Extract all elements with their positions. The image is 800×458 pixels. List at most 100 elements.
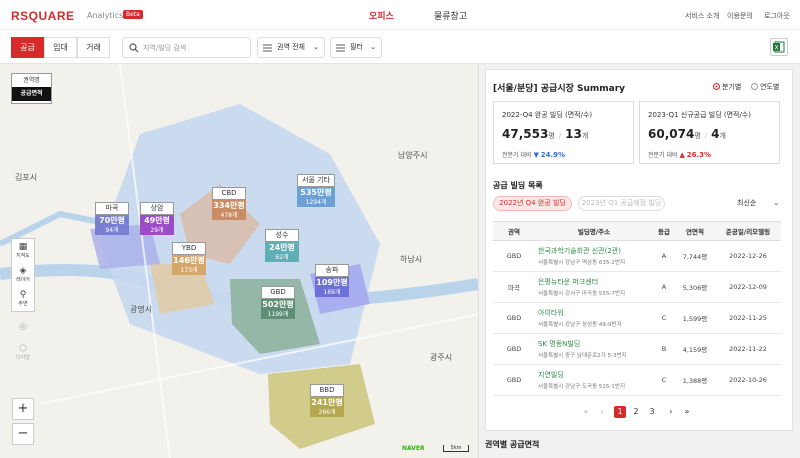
stat-label: 2022-Q4 완공 빌딩 (면적/수) <box>502 111 593 119</box>
page-3[interactable]: 3 <box>646 406 658 418</box>
building-name-link[interactable]: 한국과학기술회관 신관(2관) <box>538 246 653 256</box>
pill-completed[interactable]: 2022년 Q4 완공 빌딩 <box>493 196 572 211</box>
sort-dropdown[interactable]: 최신순 ⌄ <box>733 196 781 211</box>
pill-upcoming[interactable]: 2023년 Q1 공급예정 빌딩 <box>578 196 665 211</box>
marker-count: 478개 <box>212 211 246 220</box>
cadastral-label: 지적도 <box>16 253 30 259</box>
last-page-icon[interactable]: » <box>681 406 693 418</box>
layer-button[interactable]: ◈ 레이어 <box>12 266 34 283</box>
stat-divider: / <box>704 132 708 140</box>
cell-building: 은평뉴타운 퍼크센터서울특별시 강서구 마곡동 555-7번지 <box>535 271 653 303</box>
table-row[interactable]: GBD 아이타워 서울특별시 강남구 삼성동 49-9번지 C 1,599평 2022-1… <box>493 302 781 334</box>
link-inquiry[interactable]: 이용문의 <box>727 11 753 21</box>
region-marker[interactable]: 상암 49만평 29개 <box>140 202 174 235</box>
stat-area-unit: 평 <box>548 132 555 140</box>
excel-download-button[interactable]: X <box>770 38 788 56</box>
radio-yearly[interactable]: 연도별 <box>751 82 779 92</box>
summary-title: [서울/분당] 공급시장 Summary <box>493 84 626 94</box>
building-address: 서울특별시 강서구 마곡동 555-7번지 <box>538 291 626 297</box>
region-marker[interactable]: 성수 24만평 62개 <box>265 229 299 262</box>
stat-change-value: 26.3% <box>686 151 712 159</box>
table-row[interactable]: GBD 한국과학기술회관 신관(2관) 서울특별시 강남구 역삼동 635-2번지 A… <box>493 240 781 272</box>
building-name-link[interactable]: SK 명동N빌딩 <box>538 339 653 349</box>
marker-count: 1294개 <box>297 198 335 207</box>
building-address: 서울특별시 강남구 도곡동 515-1번지 <box>538 384 626 390</box>
tab-trade[interactable]: 거래 <box>77 37 110 58</box>
marker-name: 송파 <box>315 264 349 277</box>
building-address: 서울특별시 강남구 삼성동 49-9번지 <box>538 322 622 328</box>
prev-page-icon[interactable]: ‹ <box>596 406 608 418</box>
naver-logo: NAVER <box>402 445 425 452</box>
link-logout[interactable]: 로그아웃 <box>764 11 790 21</box>
building-name-link[interactable]: 지연빌딩 <box>538 370 653 380</box>
marker-value: 24만평 <box>265 242 299 253</box>
excel-icon: X <box>773 41 785 53</box>
list-icon <box>263 44 272 52</box>
pin-icon: ⚲ <box>19 290 27 300</box>
region-supply-title: 권역별 공급면적 <box>485 440 540 449</box>
logo[interactable]: RSQUARE <box>11 9 75 23</box>
cell-region: GBD <box>493 302 535 334</box>
beta-badge: Beta <box>123 10 143 19</box>
column-header: 준공일/리모델링 <box>715 221 781 241</box>
cell-building: 아이타워서울특별시 강남구 삼성동 49-9번지 <box>535 302 653 334</box>
marker-name: 상암 <box>140 202 174 215</box>
table-row[interactable]: GBD SK 명동N빌딩 서울특별시 중구 남대문로2가 5-3번지 B 4,159평 2… <box>493 333 781 365</box>
search-input[interactable] <box>143 41 243 54</box>
map-place-label: 김포시 <box>15 173 38 182</box>
link-service-intro[interactable]: 서비스 소개 <box>685 11 719 21</box>
stat-change-value: 24.9% <box>540 151 566 159</box>
column-header: 연면적 <box>675 221 715 241</box>
building-address: 서울특별시 중구 남대문로2가 5-3번지 <box>538 353 627 359</box>
marker-name: 서울 기타 <box>297 174 335 187</box>
region-marker[interactable]: GBD 502만평 1199개 <box>261 286 295 319</box>
building-name-link[interactable]: 아이타워 <box>538 308 653 318</box>
cell-building: 한국과학기술회관 신관(2관) 서울특별시 강남구 역삼동 635-2번지 <box>535 240 653 272</box>
next-page-icon[interactable]: › <box>665 406 677 418</box>
cell-region: GBD <box>493 364 535 396</box>
nav-office[interactable]: 오피스 <box>369 9 394 22</box>
zoom-in-button[interactable]: + <box>12 398 34 420</box>
region-marker[interactable]: 송파 109만평 169개 <box>315 264 349 297</box>
region-marker[interactable]: CBD 334만평 478개 <box>212 187 246 220</box>
cell-region: GBD <box>493 333 535 365</box>
stat-value: 60,074평/4개 <box>648 127 726 141</box>
chevron-down-icon: ⌄ <box>370 43 376 51</box>
tab-supply[interactable]: 공급 <box>11 37 44 58</box>
filter-dropdown[interactable]: 필터 ⌄ <box>330 37 382 58</box>
cell-grade: A <box>653 271 675 303</box>
radio-quarterly[interactable]: 분기별 <box>713 82 741 92</box>
cadastral-button[interactable]: ▦ 지적도 <box>12 242 34 259</box>
column-header: 빌딩명/주소 <box>535 221 653 241</box>
layers-icon: ◈ <box>19 266 27 276</box>
toolbar <box>0 30 800 64</box>
nav-logistics[interactable]: 물류창고 <box>434 9 467 22</box>
cell-region: 마곡 <box>493 271 535 303</box>
stat-area: 60,074 <box>648 127 695 141</box>
column-header: 등급 <box>653 221 675 241</box>
arrow-down-icon: ▼ <box>533 151 539 159</box>
table-row[interactable]: GBD 지연빌딩 서울특별시 강남구 도곡동 515-1번지 C 1,388평 2022-… <box>493 364 781 396</box>
polygon-button[interactable]: ⬠ 다각형 <box>12 344 34 361</box>
tab-lease[interactable]: 임대 <box>44 37 77 58</box>
nearby-button[interactable]: ⚲ 주변 <box>12 290 34 307</box>
marker-count: 62개 <box>265 253 299 262</box>
search-icon <box>129 43 139 53</box>
region-marker[interactable]: BBD 241만평 266개 <box>310 384 344 417</box>
page-1[interactable]: 1 <box>614 406 626 418</box>
zoom-out-button[interactable]: − <box>12 423 34 445</box>
region-dropdown[interactable]: 권역 전체 ⌄ <box>257 37 325 58</box>
marker-value: 49만평 <box>140 215 174 226</box>
building-name-link[interactable]: 은평뉴타운 퍼크센터 <box>538 277 653 287</box>
first-page-icon[interactable]: « <box>580 406 592 418</box>
region-marker[interactable]: 서울 기타 535만평 1294개 <box>297 174 335 207</box>
page-2[interactable]: 2 <box>630 406 642 418</box>
region-marker[interactable]: YBD 146만평 173개 <box>172 242 206 275</box>
stat-card-new-supply: 2023-Q1 신규공급 빌딩 (면적/수) 60,074평/4개 전분기 대비… <box>639 101 780 164</box>
circle-draw-button[interactable]: ◎ <box>12 322 34 332</box>
region-marker[interactable]: 마곡 70만평 94개 <box>95 202 129 235</box>
legend-region-label: 권역명 <box>23 77 40 84</box>
marker-count: 173개 <box>172 266 206 275</box>
map-view[interactable]: 김포시 남양주시 광명시 광주시 하남시 권역명 공급면적 ▦ 지적도 ◈ 레이어 … <box>0 64 478 458</box>
table-row[interactable]: 마곡 은평뉴타운 퍼크센터 서울특별시 강서구 마곡동 555-7번지 A 5,306평… <box>493 271 781 303</box>
